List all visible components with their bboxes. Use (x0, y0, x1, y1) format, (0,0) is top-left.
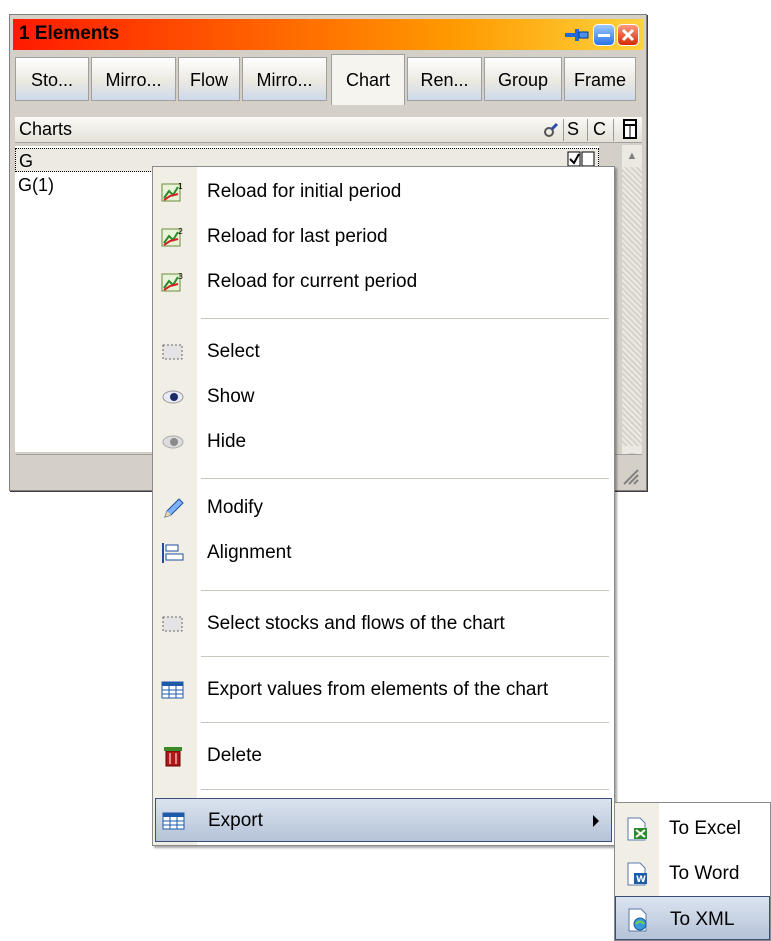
select-icon (161, 341, 185, 363)
menu-item-label: Reload for last period (207, 226, 388, 247)
menu-separator (201, 722, 609, 723)
submenu-item-to-excel[interactable]: To Excel (615, 806, 770, 850)
chart-reload-1-icon: 1 (161, 181, 185, 203)
vertical-scrollbar[interactable]: ▲ ▼ (622, 145, 642, 468)
svg-text:1: 1 (178, 182, 183, 191)
menu-item-select-stocks-flows[interactable]: Select stocks and flows of the chart (153, 602, 614, 646)
pencil-icon (161, 497, 185, 519)
context-menu: 1 Reload for initial period 2 Reload for… (152, 166, 615, 846)
alignment-icon (161, 542, 185, 564)
menu-item-label: Select (207, 341, 260, 362)
tab-group[interactable]: Group (484, 57, 562, 101)
menu-separator (201, 318, 609, 319)
menu-item-hide[interactable]: Hide (153, 420, 614, 464)
menu-separator (201, 656, 609, 657)
chart-reload-2-icon: 2 (161, 226, 185, 248)
trash-icon (161, 745, 185, 767)
svg-text:W: W (636, 875, 646, 885)
tab-frame[interactable]: Frame (564, 57, 636, 101)
submenu-item-to-xml[interactable]: To XML (615, 896, 770, 940)
menu-item-export[interactable]: Export (155, 798, 612, 842)
menu-item-label: Reload for initial period (207, 181, 402, 202)
tab-mirror-flows[interactable]: Mirro... (242, 57, 327, 101)
svg-text:2: 2 (178, 227, 183, 236)
submenu-item-label: To Word (669, 863, 740, 884)
column-header-s[interactable]: S (567, 119, 579, 140)
chart-reload-3-icon: 3 (161, 271, 185, 293)
svg-text:3: 3 (178, 272, 183, 281)
menu-item-label: Export (208, 810, 263, 831)
menu-separator (201, 590, 609, 591)
word-icon: W (625, 862, 649, 886)
eye-gray-icon (161, 431, 185, 453)
title-bar[interactable]: 1 Elements (13, 19, 643, 50)
excel-icon (625, 817, 649, 841)
submenu-arrow-icon (593, 815, 599, 827)
window-title: 1 Elements (19, 23, 120, 44)
menu-item-export-values[interactable]: Export values from elements of the chart (153, 668, 614, 712)
resize-grip-icon[interactable] (620, 466, 640, 486)
column-header-c[interactable]: C (593, 119, 606, 140)
list-header: Charts S C (15, 117, 642, 143)
menu-item-modify[interactable]: Modify (153, 486, 614, 530)
menu-item-label: Export values from elements of the chart (207, 679, 549, 700)
search-icon[interactable] (541, 120, 561, 140)
pin-icon[interactable] (563, 24, 591, 46)
menu-separator (201, 478, 609, 479)
table-icon (161, 679, 185, 701)
menu-separator (201, 789, 609, 790)
scroll-up-arrow-icon[interactable]: ▲ (622, 145, 642, 167)
submenu-item-label: To XML (670, 909, 735, 930)
menu-item-label: Hide (207, 431, 247, 452)
tab-flow[interactable]: Flow (178, 57, 240, 101)
menu-item-reload-initial[interactable]: 1 Reload for initial period (153, 170, 614, 214)
close-button[interactable] (617, 24, 639, 46)
tab-strip: Sto... Mirro... Flow Mirro... Chart Ren.… (15, 54, 641, 105)
tab-chart[interactable]: Chart (331, 54, 405, 105)
column-chooser-icon[interactable] (619, 118, 641, 140)
menu-item-label: Modify (207, 497, 263, 518)
table-icon (162, 810, 186, 832)
menu-item-label: Select stocks and flows of the chart (207, 613, 505, 634)
export-submenu: To Excel W To Word To XML (614, 802, 771, 941)
tab-stocks[interactable]: Sto... (15, 57, 89, 101)
close-icon (621, 28, 635, 42)
menu-item-reload-current[interactable]: 3 Reload for current period (153, 260, 614, 304)
tab-render[interactable]: Ren... (407, 57, 482, 101)
menu-item-delete[interactable]: Delete (153, 734, 614, 778)
submenu-item-label: To Excel (669, 818, 741, 839)
menu-item-select[interactable]: Select (153, 330, 614, 374)
select-icon (161, 613, 185, 635)
menu-item-label: Show (207, 386, 255, 407)
menu-item-label: Alignment (207, 542, 292, 563)
minimize-button[interactable] (593, 24, 615, 46)
eye-icon (161, 386, 185, 408)
tab-mirror-stocks[interactable]: Mirro... (91, 57, 176, 101)
menu-item-show[interactable]: Show (153, 375, 614, 419)
submenu-item-to-word[interactable]: W To Word (615, 851, 770, 895)
menu-item-reload-last[interactable]: 2 Reload for last period (153, 215, 614, 259)
xml-icon (626, 908, 650, 932)
menu-item-alignment[interactable]: Alignment (153, 531, 614, 575)
menu-item-label: Reload for current period (207, 271, 418, 292)
column-header-charts[interactable]: Charts (19, 119, 72, 140)
menu-item-label: Delete (207, 745, 262, 766)
